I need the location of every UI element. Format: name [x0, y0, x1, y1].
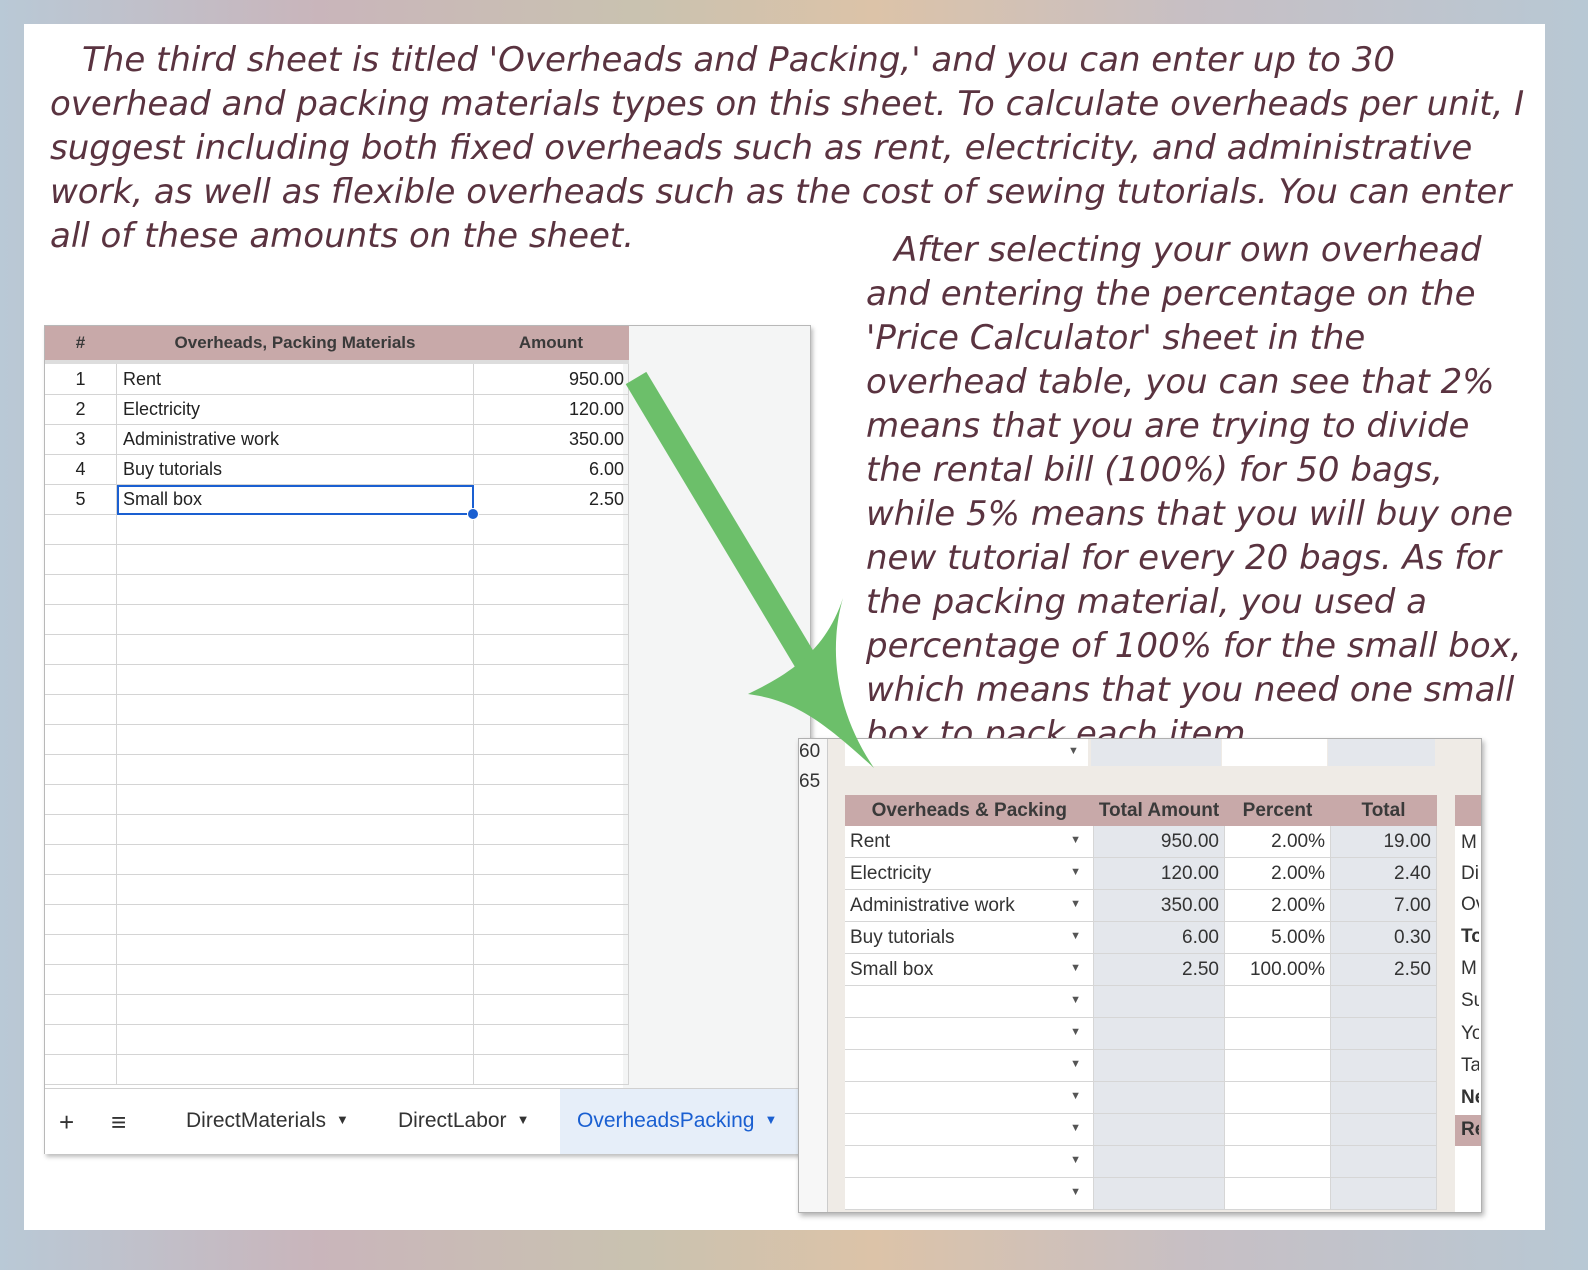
- arrow-shaft: [625, 371, 823, 679]
- arrow-head: [748, 598, 874, 768]
- green-arrow-icon: [625, 371, 874, 768]
